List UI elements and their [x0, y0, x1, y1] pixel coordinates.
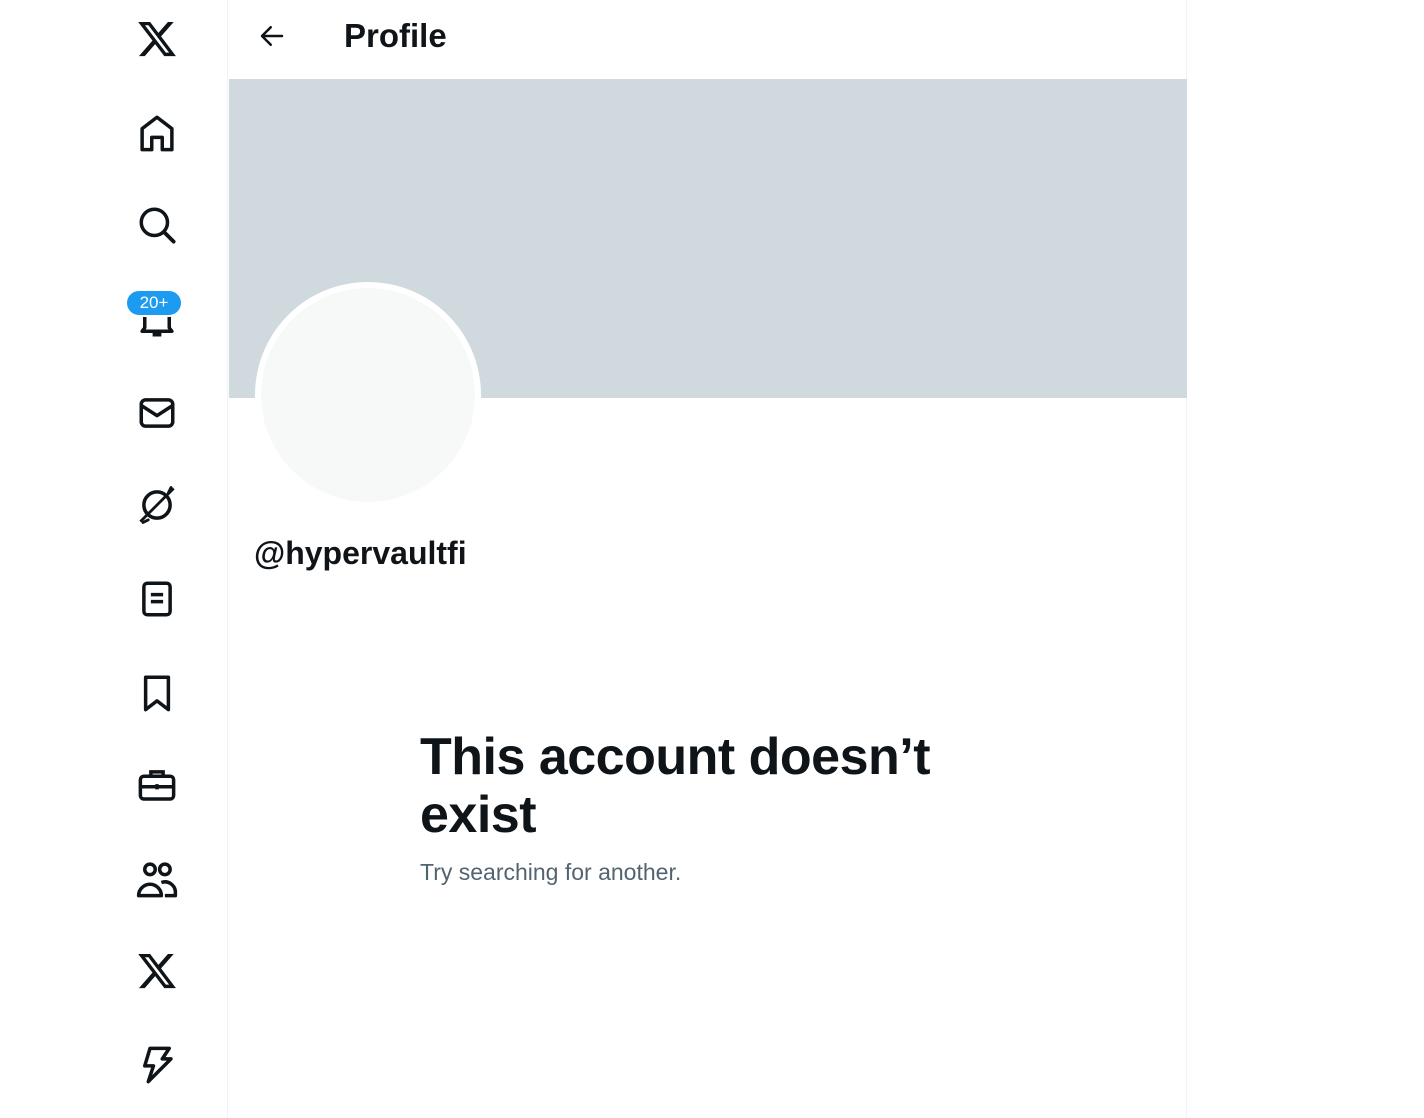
sidebar: 20+: [0, 0, 228, 1118]
home-icon: [140, 115, 174, 152]
page-title: Profile: [344, 17, 447, 54]
nav-messages[interactable]: [128, 384, 186, 442]
back-arrow-icon: [260, 26, 284, 46]
list-icon: [142, 581, 172, 617]
nav-explore[interactable]: [128, 196, 186, 254]
nav-communities[interactable]: [128, 850, 186, 908]
mail-icon: [139, 398, 175, 428]
grok-icon: [139, 486, 175, 524]
empty-state-subtitle: Try searching for another.: [420, 859, 682, 885]
notification-badge: 20+: [125, 289, 183, 317]
nav-bookmarks[interactable]: [128, 664, 186, 722]
x-logo-icon: [138, 953, 176, 989]
x-logo-icon: [138, 21, 176, 57]
lightning-icon: [143, 1046, 173, 1084]
briefcase-icon: [138, 770, 176, 801]
nav-home[interactable]: [128, 104, 186, 162]
profile-column: Profile @hypervaultfi This account doesn…: [227, 0, 1187, 1118]
nav-lists[interactable]: [128, 570, 186, 628]
search-icon: [139, 207, 176, 244]
nav-grok[interactable]: [128, 476, 186, 534]
people-icon: [136, 862, 178, 898]
nav-premium[interactable]: [128, 942, 186, 1000]
profile-handle: @hypervaultfi: [254, 535, 467, 571]
avatar[interactable]: [255, 282, 481, 508]
empty-state-title: This account doesn’t exist: [420, 728, 931, 844]
profile-header: Profile: [228, 0, 1186, 79]
back-button[interactable]: [250, 14, 294, 58]
x-logo-link[interactable]: [128, 10, 186, 68]
nav-verified-orgs[interactable]: [128, 1036, 186, 1094]
bookmark-icon: [143, 675, 171, 712]
nav-jobs[interactable]: [128, 756, 186, 814]
